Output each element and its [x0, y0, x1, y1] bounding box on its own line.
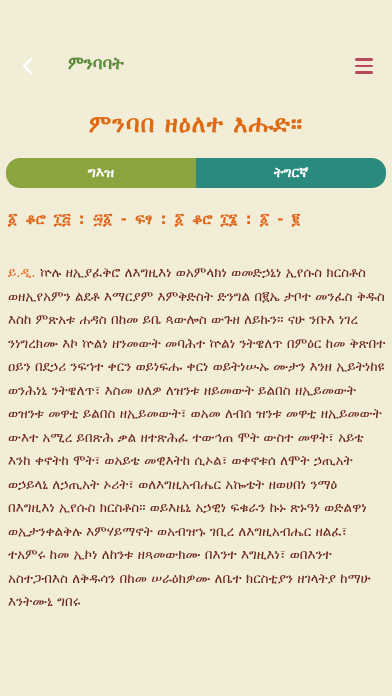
tab-geez[interactable]: ግእዝ [6, 158, 196, 188]
language-tabs: ግእዝ ትግርኛ [6, 158, 386, 188]
back-button[interactable] [14, 52, 42, 80]
tab-tigrinya[interactable]: ትግርኛ [196, 158, 386, 188]
reading-lead: ይ.ዲ. [8, 265, 36, 281]
top-app-bar: ምንባባት [0, 0, 392, 92]
reading-body: ይ.ዲ. ኵሉ ዘኢያፈቅሮ ለእግዚእነ ወአምላክነ ወመድኃኒነ ኢየሱስ… [8, 262, 386, 696]
menu-button[interactable] [350, 52, 378, 80]
app-title: ምንባባት [68, 54, 124, 74]
reading-text: ኵሉ ዘኢያፈቅሮ ለእግዚእነ ወአምላክነ ወመድኃኒነ ኢየሱስ ክርስቶ… [8, 265, 386, 610]
hamburger-menu-icon [355, 58, 373, 61]
chevron-left-icon [22, 57, 33, 75]
reading-heading: ፩ ቆሮ ፲፭ : ፵፩ - ፍፃ : ፩ ቆሮ ፲፮ : ፩ - ፪ [8, 210, 300, 228]
page-title: ምንባበ ዘዕለተ እሑድ። [88, 110, 304, 138]
